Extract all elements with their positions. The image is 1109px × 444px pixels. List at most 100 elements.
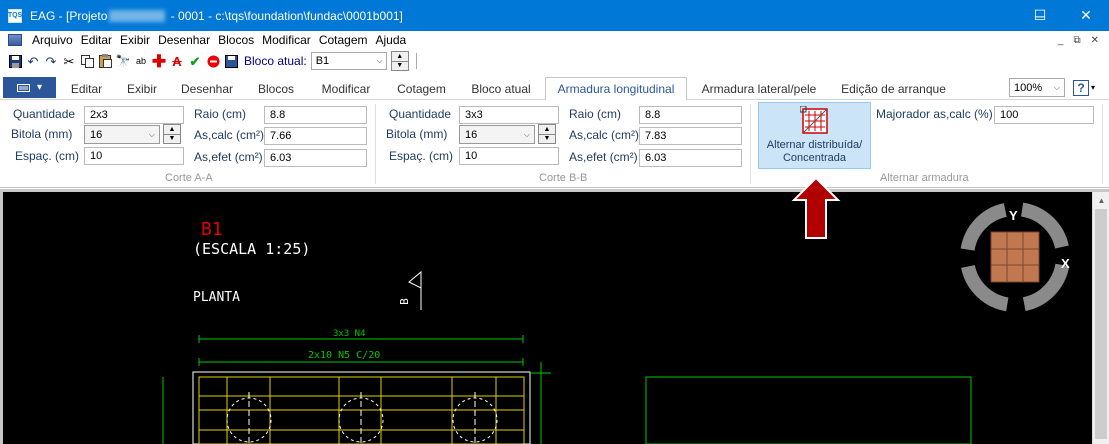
copy-icon[interactable] <box>80 53 94 69</box>
tab-exibir[interactable]: Exibir <box>116 77 168 100</box>
alternar-line1: Alternar distribuída/ <box>766 139 863 151</box>
menu-cotagem[interactable]: Cotagem <box>317 33 374 47</box>
majorador-input[interactable]: 100 <box>994 106 1094 124</box>
tab-blocos[interactable]: Blocos <box>246 77 306 100</box>
undo-icon[interactable]: ↶ <box>26 53 40 69</box>
alternar-caption: Alternar armadura <box>880 172 969 184</box>
tab-armadura-longitudinal[interactable]: Armadura longitudinal <box>545 77 687 101</box>
ribbon-tabs: ▾ Editar Exibir Desenhar Blocos Modifica… <box>0 75 1109 101</box>
redo-icon[interactable]: ↷ <box>44 53 58 69</box>
tab-modificar[interactable]: Modificar <box>309 77 383 100</box>
a-ascalc-label: As,calc (cm²) <box>194 128 264 142</box>
alternar-line2: Concentrada <box>782 152 846 164</box>
title-suffix: - 0001 - c:\tqs\foundation\fundac\0001b0… <box>167 8 403 23</box>
mdi-close-icon[interactable]: ✕ <box>1091 35 1099 46</box>
menu-blocos[interactable]: Blocos <box>216 33 260 47</box>
alternar-button-label: Alternar distribuída/ Concentrada <box>767 139 862 165</box>
help-icon: ? <box>1073 79 1089 96</box>
alternar-distribuida-button[interactable]: Alternar distribuída/ Concentrada <box>758 102 871 169</box>
b-ascalc-label: As,calc (cm²) <box>569 128 639 142</box>
stop-icon[interactable] <box>206 53 220 69</box>
a-bitola-select[interactable]: 16 ⌵ <box>84 125 160 144</box>
mdi-minimize-icon[interactable]: _ <box>1058 35 1064 46</box>
a-quantidade-label: Quantidade <box>13 107 76 121</box>
cut-icon[interactable]: ✂ <box>62 53 76 69</box>
a-espac-input[interactable]: 10 <box>84 147 184 165</box>
paste-icon[interactable] <box>98 53 112 69</box>
bloco-spinner[interactable]: ▲ ▼ <box>390 51 409 71</box>
menu-editar[interactable]: Editar <box>79 33 118 47</box>
tab-cotagem[interactable]: Cotagem <box>386 77 457 100</box>
b-bitola-select[interactable]: 16 ⌵ <box>459 125 535 144</box>
drawing-svg <box>162 202 1070 444</box>
scroll-up-icon[interactable]: ▲ <box>1093 192 1109 209</box>
spin-down-icon[interactable]: ▼ <box>539 133 555 144</box>
dimension-label-n4: 3x3 N4 <box>333 329 366 339</box>
minimize-button-2[interactable] <box>971 0 1017 31</box>
a-ascalc-input[interactable]: 7.66 <box>264 127 367 145</box>
a-bitola-spinner[interactable]: ▲ ▼ <box>163 124 181 144</box>
menu-ajuda[interactable]: Ajuda <box>374 33 413 47</box>
section-view-outline <box>645 376 972 444</box>
chevron-down-icon: ⌵ <box>376 56 383 65</box>
main-toolbar: ↶ ↷ ✂ 🔭 ab ✚ A ✔ Bloco atual: B1 ⌵ ▲ ▼ <box>0 49 1109 73</box>
chevron-down-icon: ⌵ <box>523 129 530 139</box>
file-menu-icon <box>16 83 30 92</box>
chevron-down-icon: ⌵ <box>1053 82 1060 92</box>
spin-down-icon[interactable]: ▼ <box>164 133 180 144</box>
remove-text-icon[interactable]: A <box>170 53 184 69</box>
app-icon: TQS <box>8 8 22 23</box>
b-asefet-label: As,efet (cm²) <box>569 150 638 164</box>
a-asefet-input[interactable]: 6.03 <box>264 149 367 167</box>
spin-up-icon[interactable]: ▲ <box>164 125 180 134</box>
dimension-label-n5: 2x10 N5 C/20 <box>308 350 381 361</box>
mdi-restore-icon[interactable]: ⧉ <box>1073 35 1080 46</box>
menu-modificar[interactable]: Modificar <box>260 33 317 47</box>
tab-armadura-lateral[interactable]: Armadura lateral/pele <box>690 77 828 100</box>
maximize-button[interactable]: ☐ <box>1017 0 1063 31</box>
corte-a-caption: Corte A-A <box>165 172 213 184</box>
b-raio-input[interactable]: 8.8 <box>639 106 742 124</box>
b-bitola-spinner[interactable]: ▲ ▼ <box>538 124 556 144</box>
a-raio-input[interactable]: 8.8 <box>264 106 367 124</box>
file-menu-button[interactable]: ▾ <box>3 77 56 98</box>
compass-y-label: Y <box>1009 208 1018 223</box>
scroll-thumb[interactable] <box>1095 209 1107 439</box>
zoom-value: 100% <box>1014 81 1043 94</box>
spin-up-icon[interactable]: ▲ <box>392 52 408 61</box>
b-asefet-input[interactable]: 6.03 <box>639 149 742 167</box>
b-quantidade-input[interactable]: 3x3 <box>459 106 559 124</box>
spin-down-icon[interactable]: ▼ <box>391 60 408 71</box>
find-icon[interactable]: 🔭 <box>116 53 131 69</box>
tab-edicao-arranque[interactable]: Edição de arranque <box>831 77 956 100</box>
a-asefet-label: As,efet (cm²) <box>194 150 263 164</box>
spin-up-icon[interactable]: ▲ <box>539 125 555 134</box>
save-icon[interactable] <box>8 53 22 69</box>
check-icon[interactable]: ✔ <box>188 53 202 69</box>
ribbon-panel: Quantidade 2x3 Bitola (mm) 16 ⌵ ▲ ▼ Espa… <box>0 100 1109 188</box>
a-espac-label: Espaç. (cm) <box>15 149 80 163</box>
a-quantidade-input[interactable]: 2x3 <box>84 106 184 124</box>
close-button[interactable]: ✕ <box>1063 0 1109 31</box>
save-as-icon[interactable] <box>224 53 238 69</box>
menu-desenhar[interactable]: Desenhar <box>156 33 216 47</box>
b-espac-input[interactable]: 10 <box>459 147 559 165</box>
document-icon[interactable] <box>8 34 22 46</box>
b-ascalc-input[interactable]: 7.83 <box>639 127 742 145</box>
drawing-canvas[interactable]: B1 (ESCALA 1:25) PLANTA B 3x3 N4 2x10 N5… <box>0 189 1109 444</box>
a-raio-label: Raio (cm) <box>194 107 247 121</box>
bloco-atual-select[interactable]: B1 ⌵ <box>310 52 387 70</box>
zoom-select[interactable]: 100% ⌵ <box>1009 78 1065 97</box>
tab-bloco-atual[interactable]: Bloco atual <box>460 77 542 100</box>
tab-editar[interactable]: Editar <box>60 77 113 100</box>
replace-icon[interactable]: ab <box>134 53 148 69</box>
help-button[interactable]: ? ▾ <box>1073 78 1101 97</box>
group-divider <box>375 104 376 184</box>
chevron-down-icon: ▾ <box>36 82 43 93</box>
tab-desenhar[interactable]: Desenhar <box>171 77 243 100</box>
vertical-scrollbar[interactable]: ▲ <box>1092 192 1109 444</box>
add-icon[interactable]: ✚ <box>152 53 166 70</box>
scale-label: (ESCALA 1:25) <box>193 240 311 258</box>
menu-exibir[interactable]: Exibir <box>118 33 156 47</box>
menu-arquivo[interactable]: Arquivo <box>30 33 79 47</box>
